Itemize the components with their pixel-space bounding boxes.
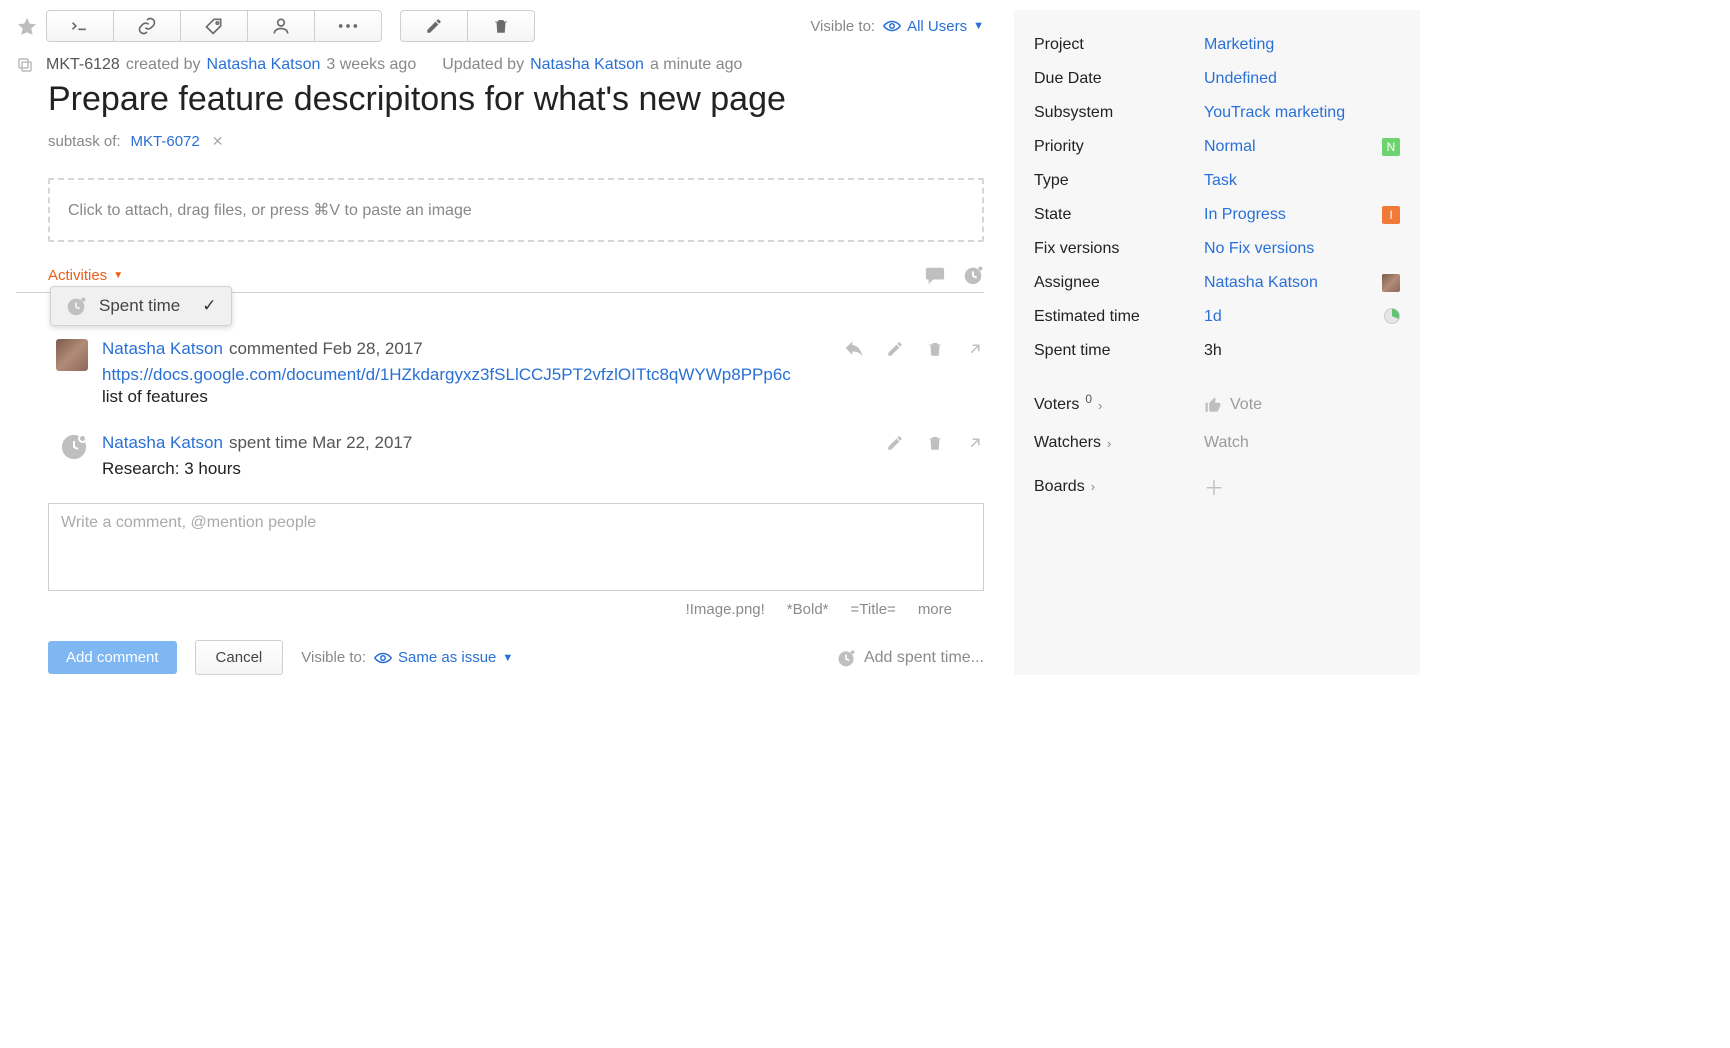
issue-title: Prepare feature descripitons for what's … <box>48 80 984 119</box>
field-assignee-value[interactable]: Natasha Katson <box>1204 274 1376 292</box>
field-project-label: Project <box>1034 36 1204 54</box>
created-by-label: created by <box>126 56 201 74</box>
field-subsystem-value[interactable]: YouTrack marketing <box>1204 104 1400 122</box>
field-due-value[interactable]: Undefined <box>1204 70 1400 88</box>
field-priority-value[interactable]: Normal <box>1204 138 1376 156</box>
field-estimated-label: Estimated time <box>1034 308 1204 326</box>
field-state-value[interactable]: In Progress <box>1204 206 1376 224</box>
field-fixversions-label: Fix versions <box>1034 240 1204 258</box>
time-pie-icon <box>1384 308 1400 324</box>
add-spent-time-button[interactable]: Add spent time... <box>836 648 984 668</box>
priority-badge: N <box>1382 138 1400 156</box>
activity-action: commented <box>229 339 318 359</box>
command-button[interactable] <box>46 10 114 42</box>
field-type-label: Type <box>1034 172 1204 190</box>
state-badge: I <box>1382 206 1400 224</box>
watchers-link[interactable]: Watchers › <box>1034 434 1204 452</box>
assignee-button[interactable] <box>247 10 315 42</box>
popup-item-spent-time[interactable]: Spent time <box>99 296 180 316</box>
field-spent-label: Spent time <box>1034 342 1204 360</box>
activities-filter-popup: Spent time ✓ <box>50 286 232 326</box>
field-project-value[interactable]: Marketing <box>1204 36 1400 54</box>
activity-date: Feb 28, 2017 <box>323 339 423 359</box>
activities-toggle[interactable]: Activities ▼ <box>48 267 123 284</box>
trash-icon[interactable] <box>926 434 944 452</box>
created-ago: 3 weeks ago <box>326 56 416 74</box>
created-by-user[interactable]: Natasha Katson <box>207 56 321 74</box>
copy-icon[interactable] <box>16 56 34 74</box>
activity-user[interactable]: Natasha Katson <box>102 433 223 453</box>
field-type-value[interactable]: Task <box>1204 172 1400 190</box>
clock-icon <box>65 295 87 317</box>
add-comment-button[interactable]: Add comment <box>48 641 177 674</box>
assignee-avatar <box>1382 274 1400 292</box>
field-fixversions-value[interactable]: No Fix versions <box>1204 240 1400 258</box>
permalink-icon[interactable] <box>966 340 984 358</box>
comment-link[interactable]: https://docs.google.com/document/d/1HZkd… <box>102 365 791 384</box>
field-spent-value: 3h <box>1204 342 1400 360</box>
activity-date: Mar 22, 2017 <box>312 433 412 453</box>
issue-id: MKT-6128 <box>46 56 120 74</box>
hint-title[interactable]: =Title= <box>851 601 896 618</box>
clock-avatar-icon <box>62 435 86 459</box>
updated-by-user[interactable]: Natasha Katson <box>530 56 644 74</box>
cancel-button[interactable]: Cancel <box>195 640 284 675</box>
tag-button[interactable] <box>180 10 248 42</box>
updated-ago: a minute ago <box>650 56 743 74</box>
check-icon: ✓ <box>202 296 216 316</box>
updated-by-label: Updated by <box>442 56 524 74</box>
subtask-parent[interactable]: MKT-6072 <box>131 133 200 150</box>
field-due-label: Due Date <box>1034 70 1204 88</box>
field-subsystem-label: Subsystem <box>1034 104 1204 122</box>
field-priority-label: Priority <box>1034 138 1204 156</box>
watch-button[interactable]: Watch <box>1204 434 1249 452</box>
edit-icon[interactable] <box>886 340 904 358</box>
field-assignee-label: Assignee <box>1034 274 1204 292</box>
permalink-icon[interactable] <box>966 434 984 452</box>
hint-image[interactable]: !Image.png! <box>686 601 765 618</box>
visible-to-value[interactable]: All Users ▼ <box>883 18 984 35</box>
comment-text: list of features <box>102 387 984 407</box>
vote-button[interactable]: Vote <box>1204 396 1262 414</box>
delete-button[interactable] <box>467 10 535 42</box>
more-button[interactable] <box>314 10 382 42</box>
trash-icon[interactable] <box>926 340 944 358</box>
voters-link[interactable]: Voters 0 › <box>1034 396 1204 414</box>
boards-link[interactable]: Boards › <box>1034 478 1204 496</box>
reply-icon[interactable] <box>844 340 864 358</box>
add-board-button[interactable]: ＋ <box>1204 472 1224 501</box>
edit-button[interactable] <box>400 10 468 42</box>
visible-to-label: Visible to: <box>810 18 875 35</box>
spent-time-filter-icon[interactable] <box>962 264 984 286</box>
spent-time-text: Research: 3 hours <box>102 459 984 479</box>
comment-visible-to-label: Visible to: <box>301 649 366 666</box>
link-button[interactable] <box>113 10 181 42</box>
star-icon[interactable] <box>16 16 38 38</box>
hint-more[interactable]: more <box>918 601 952 618</box>
activity-user[interactable]: Natasha Katson <box>102 339 223 359</box>
remove-subtask-icon[interactable]: ✕ <box>212 133 224 150</box>
comment-visible-to-value[interactable]: Same as issue ▼ <box>374 649 513 666</box>
field-estimated-value[interactable]: 1d <box>1204 308 1378 326</box>
avatar <box>56 339 88 371</box>
activity-action: spent time <box>229 433 307 453</box>
field-state-label: State <box>1034 206 1204 224</box>
subtask-label: subtask of: <box>48 133 121 150</box>
attach-dropzone[interactable]: Click to attach, drag files, or press ⌘V… <box>48 178 984 242</box>
comment-input[interactable]: Write a comment, @mention people <box>48 503 984 591</box>
comments-filter-icon[interactable] <box>924 265 946 285</box>
hint-bold[interactable]: *Bold* <box>787 601 829 618</box>
edit-icon[interactable] <box>886 434 904 452</box>
